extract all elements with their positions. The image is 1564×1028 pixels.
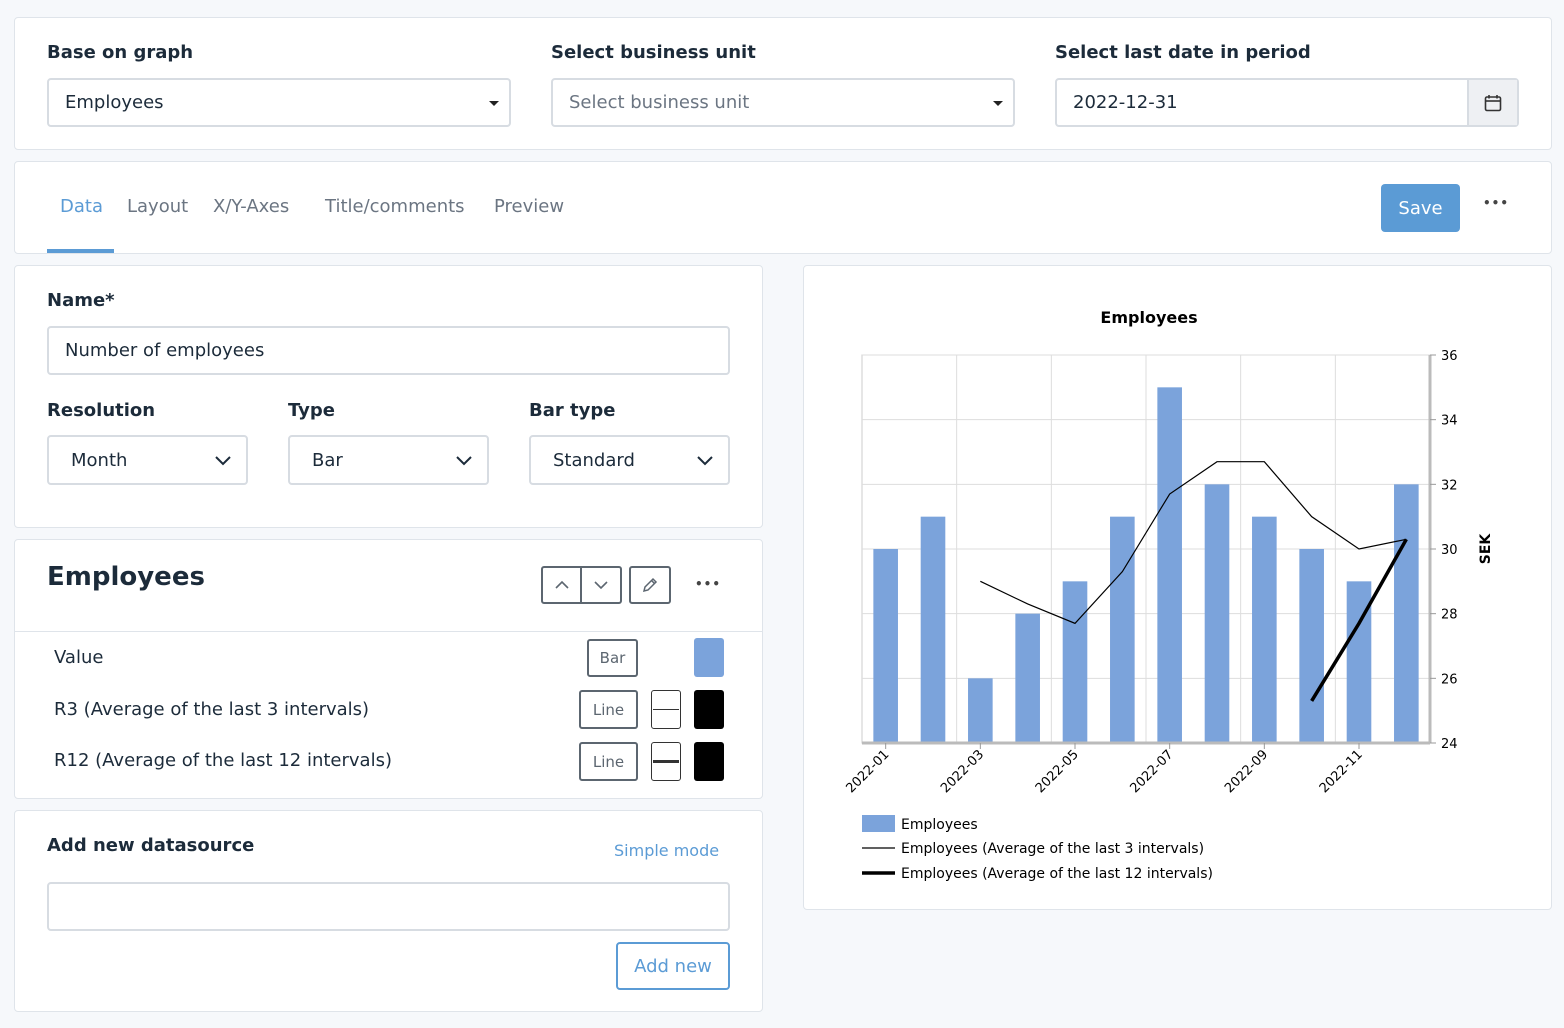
x-tick-label: 2022-01: [843, 747, 892, 796]
series-row-r3-linewidth[interactable]: [651, 690, 681, 729]
save-button[interactable]: Save: [1381, 184, 1460, 232]
series-row-r3-label: R3 (Average of the last 3 intervals): [54, 699, 370, 720]
type-value: Bar: [312, 449, 343, 471]
bar: [1157, 387, 1182, 743]
type-label: Type: [288, 400, 335, 421]
y-tick-label: 36: [1441, 349, 1458, 364]
chart-title: Employees: [1100, 308, 1197, 327]
legend-swatch-bar: [862, 815, 895, 832]
chevron-down-icon: [594, 581, 608, 590]
pencil-icon: [642, 577, 658, 593]
add-new-button[interactable]: Add new: [616, 942, 730, 990]
config-card: [14, 265, 763, 528]
caret-down-icon: [489, 100, 499, 106]
chevron-down-icon: [215, 456, 231, 466]
y-tick-label: 26: [1441, 672, 1458, 687]
bar: [920, 516, 946, 743]
y-tick-label: 32: [1441, 478, 1458, 493]
bu-label: Select business unit: [551, 42, 756, 63]
bartype-select[interactable]: Standard: [529, 435, 730, 485]
graph-label: Base on graph: [47, 42, 194, 63]
series-row-r3-color[interactable]: [694, 690, 724, 729]
bar: [1062, 581, 1088, 743]
x-tick-label: 2022-03: [938, 747, 987, 796]
bar: [1204, 484, 1230, 743]
chevron-up-icon: [554, 580, 569, 589]
y-tick-label: 30: [1441, 543, 1458, 558]
series-row-r12-color[interactable]: [694, 742, 724, 781]
series-row-value-label: Value: [54, 647, 104, 668]
legend-label: Employees (Average of the last 12 interv…: [901, 866, 1213, 882]
name-input-value: Number of employees: [65, 340, 265, 361]
move-up-button[interactable]: [541, 566, 582, 604]
resolution-value: Month: [71, 449, 128, 471]
bar: [1299, 549, 1324, 743]
series-row-r3-style[interactable]: Line: [579, 690, 638, 729]
chevron-down-icon: [456, 456, 472, 466]
graph-select[interactable]: Employees: [47, 78, 511, 127]
bu-select-placeholder: Select business unit: [569, 92, 750, 113]
series-row-value-style[interactable]: Bar: [587, 639, 638, 677]
tab-data[interactable]: Data: [60, 196, 103, 217]
tab-layout[interactable]: Layout: [127, 196, 188, 217]
bartype-label: Bar type: [529, 400, 616, 421]
legend-label: Employees: [901, 817, 978, 833]
name-input[interactable]: Number of employees: [47, 326, 730, 375]
chart: Employees 24 26 28 30 32 34 36 2022-01 2022-03 20…: [843, 308, 1494, 882]
y-axis-label: SEK: [1478, 533, 1494, 565]
edit-button[interactable]: [629, 566, 671, 604]
bu-select[interactable]: Select business unit: [551, 78, 1015, 127]
x-tick-label: 2022-11: [1317, 747, 1366, 796]
caret-down-icon: [993, 100, 1003, 106]
x-tick-label: 2022-07: [1127, 747, 1176, 796]
x-tick-label: 2022-09: [1222, 747, 1271, 796]
thick-line-icon: [653, 760, 679, 763]
chevron-down-icon: [697, 456, 713, 466]
bar: [1110, 516, 1135, 743]
type-select[interactable]: Bar: [288, 435, 489, 485]
date-value: 2022-12-31: [1073, 92, 1178, 113]
bar: [873, 549, 898, 743]
tab-title-comments[interactable]: Title/comments: [325, 196, 465, 217]
thin-line-icon: [653, 709, 679, 710]
tab-active-indicator: [47, 249, 114, 253]
chart-legend: Employees Employees (Average of the last …: [862, 815, 1213, 882]
calendar-button[interactable]: [1467, 80, 1517, 125]
series-title: Employees: [47, 562, 205, 592]
simple-mode-link[interactable]: Simple mode: [614, 841, 719, 860]
chart-grid: [861, 354, 1431, 744]
date-label: Select last date in period: [1055, 42, 1311, 63]
bartype-value: Standard: [553, 449, 635, 471]
move-down-button[interactable]: [580, 566, 622, 604]
y-tick-label: 24: [1441, 737, 1458, 752]
datasource-input[interactable]: [47, 882, 730, 931]
divider: [15, 631, 762, 632]
y-tick-label: 28: [1441, 608, 1458, 623]
series-more-icon[interactable]: •••: [695, 577, 721, 591]
calendar-icon: [1484, 94, 1502, 111]
more-options-icon[interactable]: •••: [1483, 196, 1509, 210]
bar: [1394, 484, 1419, 743]
series-row-value-color[interactable]: [694, 638, 724, 677]
resolution-label: Resolution: [47, 400, 156, 421]
bar: [1015, 613, 1040, 743]
datasource-title: Add new datasource: [47, 835, 255, 856]
y-tick-label: 34: [1441, 414, 1458, 429]
bar: [968, 678, 993, 743]
legend-label: Employees (Average of the last 3 interva…: [901, 841, 1204, 857]
bar: [1252, 516, 1277, 743]
series-row-r12-style[interactable]: Line: [579, 742, 638, 781]
name-label: Name*: [47, 290, 115, 311]
x-tick-label: 2022-05: [1033, 747, 1082, 796]
resolution-select[interactable]: Month: [47, 435, 248, 485]
series-row-r12-label: R12 (Average of the last 12 intervals): [54, 750, 392, 771]
graph-select-value: Employees: [65, 92, 164, 113]
series-row-r12-linewidth[interactable]: [651, 742, 681, 781]
tab-axes[interactable]: X/Y-Axes: [213, 196, 289, 217]
date-field[interactable]: 2022-12-31: [1055, 78, 1519, 127]
tab-preview[interactable]: Preview: [494, 196, 564, 217]
